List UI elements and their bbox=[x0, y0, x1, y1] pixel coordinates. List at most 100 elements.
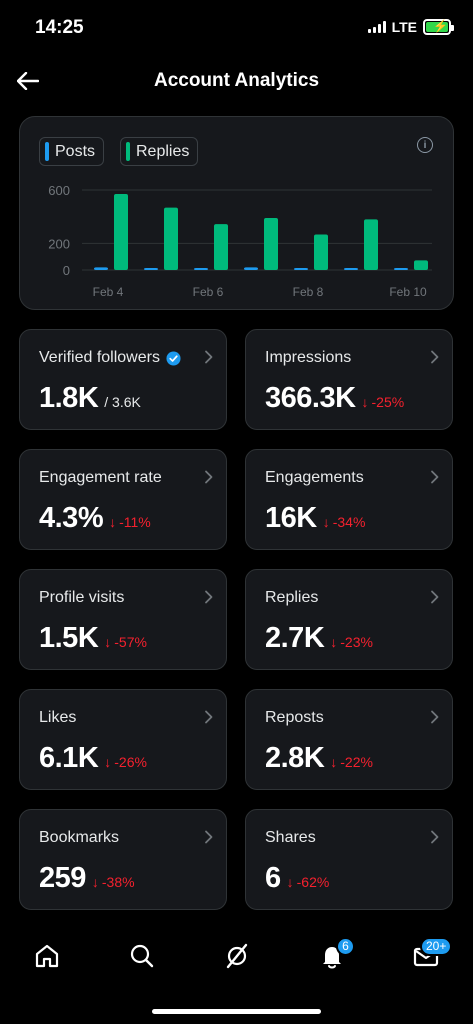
metric-value-row: 2.8K ↓ -22% bbox=[265, 742, 373, 775]
metric-label-text: Engagements bbox=[265, 469, 364, 486]
metric-change: ↓ -38% bbox=[92, 874, 135, 890]
chevron-right-icon bbox=[431, 590, 439, 604]
metric-card[interactable]: Profile visits 1.5K ↓ -57% bbox=[19, 569, 227, 670]
metric-label: Shares bbox=[265, 829, 316, 847]
down-arrow-icon: ↓ bbox=[322, 514, 330, 530]
metric-value-row: 259 ↓ -38% bbox=[39, 862, 135, 895]
chevron-right-icon bbox=[431, 350, 439, 364]
nav-grok[interactable] bbox=[222, 941, 252, 971]
notifications-badge: 6 bbox=[336, 937, 355, 956]
x-tick-label: Feb 6 bbox=[193, 285, 224, 299]
legend-posts[interactable]: Posts bbox=[39, 137, 105, 166]
x-tick-label: Feb 8 bbox=[293, 285, 324, 299]
metric-card[interactable]: Shares 6 ↓ -62% bbox=[245, 809, 453, 910]
metric-change: ↓ -26% bbox=[104, 754, 147, 770]
down-arrow-icon: ↓ bbox=[104, 754, 112, 770]
metric-label: Verified followers bbox=[39, 349, 181, 367]
bar-posts bbox=[344, 268, 358, 270]
bar-replies bbox=[164, 207, 178, 270]
header: Account Analytics bbox=[0, 56, 473, 106]
metric-value: 1.5K bbox=[39, 622, 99, 654]
y-tick-label: 0 bbox=[63, 263, 70, 278]
metric-change: ↓ -62% bbox=[287, 874, 330, 890]
metric-value: 6.1K bbox=[39, 742, 99, 774]
metric-label: Replies bbox=[265, 589, 318, 607]
metric-change-value: -62% bbox=[296, 874, 330, 890]
bar-replies bbox=[264, 218, 278, 270]
chevron-right-icon bbox=[205, 830, 213, 844]
x-tick-label: Feb 4 bbox=[93, 285, 124, 299]
metric-label-text: Replies bbox=[265, 589, 319, 606]
down-arrow-icon: ↓ bbox=[330, 634, 338, 650]
legend-replies-label: Replies bbox=[136, 142, 190, 160]
network-label: LTE bbox=[391, 19, 417, 35]
metric-change: ↓ -57% bbox=[104, 634, 147, 650]
metric-value: 2.8K bbox=[265, 742, 325, 774]
metric-label-text: Shares bbox=[265, 829, 316, 846]
metric-card[interactable]: Engagements 16K ↓ -34% bbox=[245, 449, 453, 550]
nav-search[interactable] bbox=[127, 941, 157, 971]
metric-change: ↓ -11% bbox=[109, 514, 151, 530]
metric-value-row: 2.7K ↓ -23% bbox=[265, 622, 373, 655]
metric-value: 366.3K bbox=[265, 382, 356, 414]
metric-value-row: 6 ↓ -62% bbox=[265, 862, 329, 895]
chevron-right-icon bbox=[431, 710, 439, 724]
status-indicators: LTE ⚡ bbox=[367, 19, 454, 35]
metric-card[interactable]: Reposts 2.8K ↓ -22% bbox=[245, 689, 453, 790]
metric-value: 4.3% bbox=[39, 502, 104, 534]
metric-change: ↓ -25% bbox=[362, 394, 405, 410]
verified-badge-icon bbox=[166, 350, 181, 366]
chevron-right-icon bbox=[205, 470, 213, 484]
home-indicator bbox=[152, 1009, 321, 1014]
y-tick-label: 600 bbox=[48, 183, 70, 198]
down-arrow-icon: ↓ bbox=[361, 394, 369, 410]
metric-value-row: 6.1K ↓ -26% bbox=[39, 742, 147, 775]
metric-card[interactable]: Impressions 366.3K ↓ -25% bbox=[245, 329, 453, 430]
metric-value-row: 1.5K ↓ -57% bbox=[39, 622, 147, 655]
bar-posts bbox=[244, 267, 258, 270]
metric-label-text: Profile visits bbox=[39, 589, 125, 606]
metric-label-text: Impressions bbox=[265, 349, 352, 366]
legend-replies[interactable]: Replies bbox=[120, 137, 199, 166]
bar-replies bbox=[414, 260, 428, 270]
metric-change-value: -11% bbox=[119, 514, 151, 530]
chart-card: 600 200 0 Feb 4 Feb 6 Feb 8 Feb 10 Posts Repli… bbox=[19, 116, 454, 310]
metric-value-row: 4.3% ↓ -11% bbox=[39, 502, 151, 535]
bar-posts bbox=[194, 268, 208, 270]
metric-card[interactable]: Replies 2.7K ↓ -23% bbox=[245, 569, 453, 670]
bar-replies bbox=[214, 224, 228, 270]
grok-icon bbox=[226, 943, 248, 969]
metric-value-row: 16K ↓ -34% bbox=[265, 502, 365, 535]
metric-value: 6 bbox=[265, 862, 281, 894]
metric-card[interactable]: Bookmarks 259 ↓ -38% bbox=[19, 809, 227, 910]
metric-label: Bookmarks bbox=[39, 829, 119, 847]
metric-value-row: 366.3K ↓ -25% bbox=[265, 382, 404, 415]
chevron-right-icon bbox=[205, 710, 213, 724]
metric-change: ↓ -23% bbox=[330, 634, 373, 650]
down-arrow-icon: ↓ bbox=[330, 754, 338, 770]
metric-card[interactable]: Likes 6.1K ↓ -26% bbox=[19, 689, 227, 790]
y-tick-label: 200 bbox=[48, 236, 70, 251]
bar-posts bbox=[294, 268, 308, 270]
battery-icon: ⚡ bbox=[423, 19, 454, 35]
bar-replies bbox=[114, 194, 128, 270]
metric-card[interactable]: Verified followers 1.8K / 3.6K bbox=[19, 329, 227, 430]
down-arrow-icon: ↓ bbox=[104, 634, 112, 650]
chevron-right-icon bbox=[431, 470, 439, 484]
legend-posts-swatch bbox=[45, 142, 49, 161]
legend-posts-label: Posts bbox=[55, 142, 96, 160]
metric-label: Reposts bbox=[265, 709, 324, 727]
metric-label-text: Reposts bbox=[265, 709, 324, 726]
bar-replies bbox=[364, 219, 378, 270]
status-bar: 14:25 LTE ⚡ bbox=[0, 0, 473, 56]
nav-home[interactable] bbox=[32, 941, 62, 971]
info-icon[interactable]: i bbox=[417, 137, 433, 153]
legend-replies-swatch bbox=[126, 142, 130, 161]
metric-card[interactable]: Engagement rate 4.3% ↓ -11% bbox=[19, 449, 227, 550]
metric-change-value: -34% bbox=[332, 514, 366, 530]
signal-icon bbox=[367, 21, 386, 33]
chevron-right-icon bbox=[205, 590, 213, 604]
page-title: Account Analytics bbox=[153, 70, 320, 91]
metric-change-value: -57% bbox=[114, 634, 147, 650]
x-tick-label: Feb 10 bbox=[389, 285, 427, 299]
